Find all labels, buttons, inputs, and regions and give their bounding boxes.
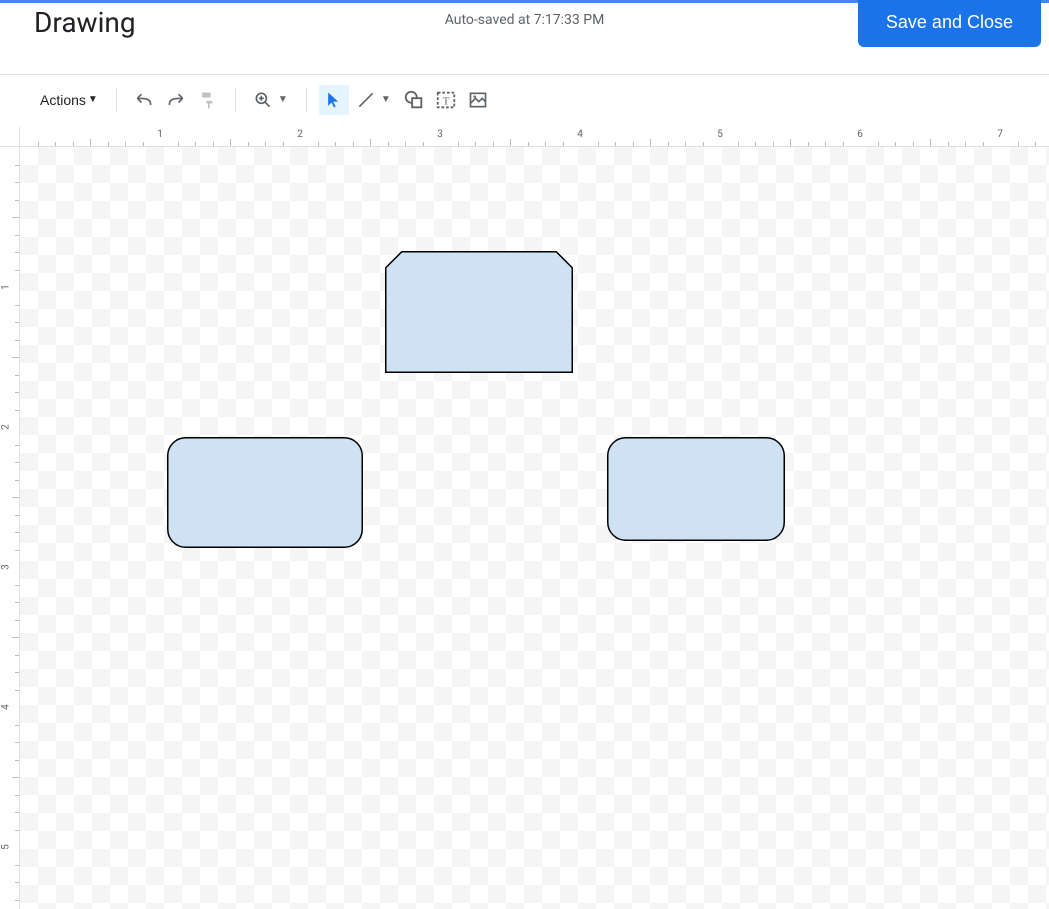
actions-menu-button[interactable]: Actions ▼ [34, 86, 104, 114]
image-tool-button[interactable] [463, 85, 493, 115]
undo-button[interactable] [129, 85, 159, 115]
cursor-icon [324, 90, 344, 110]
ruler-h-label: 6 [857, 129, 863, 140]
ruler-v-label: 1 [0, 284, 11, 290]
ruler-h-label: 3 [437, 129, 443, 140]
redo-button[interactable] [161, 85, 191, 115]
textbox-tool-button[interactable]: T [431, 85, 461, 115]
caret-down-icon: ▼ [88, 94, 98, 105]
ruler-h-label: 1 [157, 129, 163, 140]
header-bar: Drawing Auto-saved at 7:17:33 PM Save an… [0, 0, 1049, 74]
ruler-h-label: 7 [997, 129, 1003, 140]
ruler-v-label: 4 [0, 704, 11, 710]
paint-format-button [193, 85, 223, 115]
drawing-canvas[interactable] [20, 147, 1049, 909]
ruler-v-label: 3 [0, 564, 11, 570]
save-and-close-button[interactable]: Save and Close [858, 0, 1041, 47]
shape-icon [403, 89, 425, 111]
zoom-icon [253, 90, 273, 110]
ruler-h-label: 2 [297, 129, 303, 140]
drawing-shape[interactable] [385, 251, 573, 373]
line-icon [356, 90, 376, 110]
ruler-h-label: 4 [577, 129, 583, 140]
ruler-vertical: 1 2 3 4 5 [0, 147, 20, 909]
ruler-corner [0, 127, 20, 147]
caret-down-icon[interactable]: ▼ [276, 94, 290, 105]
actions-menu-label: Actions [40, 92, 86, 108]
toolbar: Actions ▼ ▼ ▼ T [0, 74, 1049, 124]
paint-format-icon [198, 90, 218, 110]
toolbar-divider [235, 88, 236, 112]
autosave-status: Auto-saved at 7:17:33 PM [445, 12, 605, 28]
image-icon [468, 90, 488, 110]
zoom-button[interactable] [248, 85, 278, 115]
ruler-horizontal: 1 2 3 4 5 6 7 [20, 127, 1049, 147]
shape-tool-button[interactable] [399, 85, 429, 115]
drawing-shape[interactable] [607, 437, 785, 541]
textbox-icon: T [435, 89, 457, 111]
svg-text:T: T [442, 95, 449, 107]
ruler-v-label: 2 [0, 424, 11, 430]
undo-icon [134, 90, 154, 110]
redo-icon [166, 90, 186, 110]
drawing-shape[interactable] [167, 437, 363, 548]
caret-down-icon[interactable]: ▼ [379, 94, 393, 105]
ruler-h-label: 5 [717, 129, 723, 140]
toolbar-divider [116, 88, 117, 112]
toolbar-divider [306, 88, 307, 112]
line-tool-button[interactable] [351, 85, 381, 115]
page-title: Drawing [0, 2, 136, 39]
select-tool-button[interactable] [319, 85, 349, 115]
ruler-v-label: 5 [0, 844, 11, 850]
